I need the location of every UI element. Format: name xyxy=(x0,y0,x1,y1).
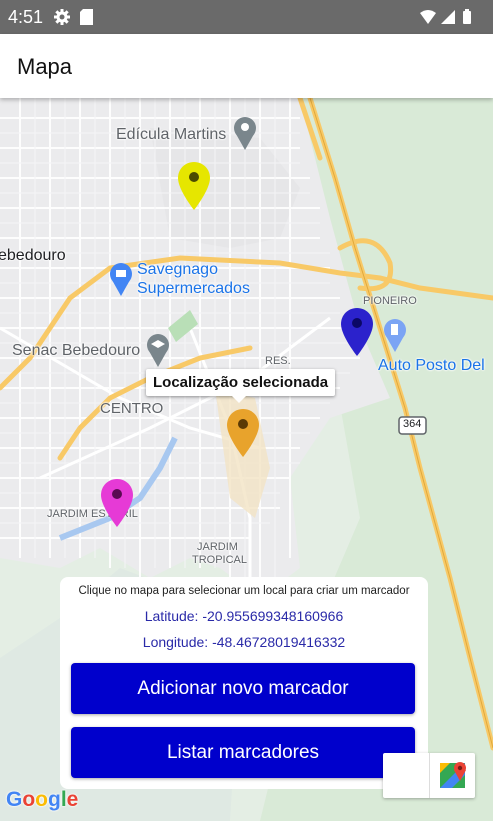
label-senac: Senac Bebedouro xyxy=(12,342,141,359)
label-savegnago-1: Savegnago xyxy=(137,261,218,278)
app-bar: Mapa xyxy=(0,34,493,98)
label-jardim-tropical-1: JARDIM xyxy=(197,541,238,553)
label-route-364: 364 xyxy=(403,418,422,430)
page-title: Mapa xyxy=(17,54,73,79)
label-jardim-tropical-2: TROPICAL xyxy=(192,554,248,566)
battery-icon xyxy=(463,9,471,24)
panel-hint: Clique no mapa para selecionar um local … xyxy=(78,585,410,597)
label-res: RES. xyxy=(265,355,291,367)
marker-panel: Clique no mapa para selecionar um local … xyxy=(60,577,428,789)
open-google-maps-button[interactable] xyxy=(430,753,475,798)
label-edicula: Edícula Martins xyxy=(116,126,227,143)
status-time: 4:51 xyxy=(8,7,44,27)
wifi-icon xyxy=(420,10,436,24)
google-logo: Google xyxy=(6,788,79,811)
label-auto-posto: Auto Posto Del xyxy=(378,357,485,374)
info-window: Localização selecionada xyxy=(146,369,336,403)
label-pioneiro: PIONEIRO xyxy=(363,295,417,307)
label-centro: CENTRO xyxy=(100,400,164,417)
label-bebedouro: ebedouro xyxy=(0,247,66,264)
status-icons xyxy=(419,9,483,30)
add-marker-button[interactable]: Adicionar novo marcador xyxy=(71,663,415,714)
latitude-text: Latitude: -20.955699348160966 xyxy=(144,608,344,624)
marker-pin-navy[interactable] xyxy=(341,308,373,356)
marker-pin-yellow[interactable] xyxy=(178,162,210,210)
signal-icon xyxy=(441,10,455,24)
label-savegnago-2: Supermercados xyxy=(137,280,250,297)
google-maps-icon xyxy=(440,762,466,788)
directions-button[interactable] xyxy=(383,753,430,798)
marker-pin-magenta[interactable] xyxy=(101,479,133,527)
list-markers-button[interactable]: Listar marcadores xyxy=(71,727,415,778)
longitude-text: Longitude: -48.46728019416332 xyxy=(142,634,346,650)
status-bar: 4:51 xyxy=(0,0,493,34)
maps-toolbar xyxy=(383,753,475,798)
marker-pin-selected[interactable] xyxy=(227,409,259,457)
sd-card-icon xyxy=(80,9,93,25)
settings-icon xyxy=(54,9,70,25)
